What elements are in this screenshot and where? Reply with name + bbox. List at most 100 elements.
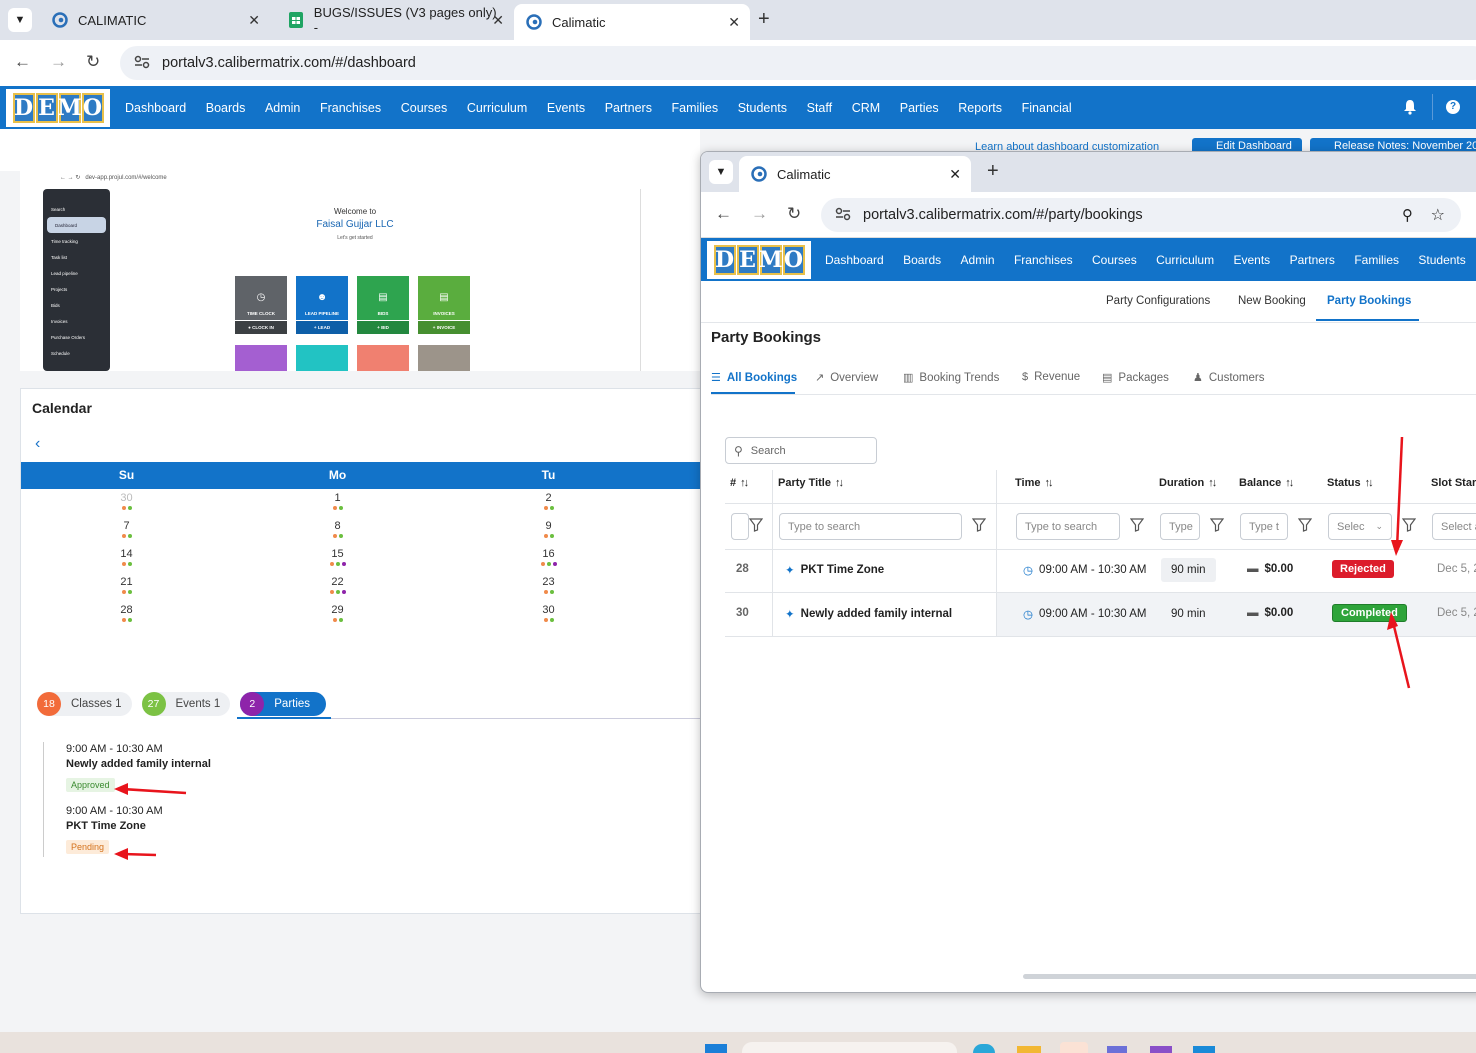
legend-classes[interactable]: 18 Classes 1	[37, 692, 132, 716]
subnav-party-configurations[interactable]: Party Configurations	[1106, 295, 1210, 307]
popup-tab-search-button[interactable]: ▼	[709, 160, 733, 184]
calendar-day-cell[interactable]: 2	[443, 491, 654, 519]
visual-studio-icon[interactable]	[1150, 1046, 1172, 1053]
menu-boards[interactable]: Boards	[903, 253, 941, 267]
zoom-icon[interactable]: ⚲	[1402, 206, 1413, 224]
customize-dashboard-link[interactable]: Learn about dashboard customization	[975, 141, 1185, 151]
filter-icon[interactable]	[749, 518, 763, 532]
menu-dashboard[interactable]: Dashboard	[825, 253, 884, 267]
windows-start-icon[interactable]	[705, 1044, 727, 1053]
back-arrow-icon[interactable]: ←	[14, 52, 31, 72]
calendar-day-cell[interactable]: 23	[443, 575, 654, 603]
browser-tab-bugs-issues[interactable]: BUGS/ISSUES (V3 pages only) - ✕	[276, 5, 514, 35]
forward-arrow-icon[interactable]: →	[50, 52, 67, 72]
filter-icon[interactable]	[1298, 518, 1312, 532]
row-party-title[interactable]: ✦ PKT Time Zone	[785, 563, 884, 577]
calendar-day-cell[interactable]: 8	[232, 519, 443, 547]
edit-dashboard-button[interactable]: Edit Dashboard	[1192, 138, 1302, 151]
calendar-day-cell[interactable]: 29	[232, 603, 443, 631]
menu-admin[interactable]: Admin	[961, 253, 995, 267]
subnav-new-booking[interactable]: New Booking	[1238, 295, 1306, 307]
menu-students[interactable]: Students	[738, 101, 787, 115]
column-header-party-title[interactable]: Party Title ↑↓	[778, 477, 844, 489]
chrome-icon[interactable]	[1060, 1042, 1088, 1053]
folder-icon[interactable]	[1017, 1046, 1041, 1053]
calendar-day-cell[interactable]: 9	[443, 519, 654, 547]
filter-icon[interactable]	[1210, 518, 1224, 532]
menu-courses[interactable]: Courses	[1092, 253, 1137, 267]
column-header-id[interactable]: # ↑↓	[730, 477, 749, 489]
menu-franchises[interactable]: Franchises	[320, 101, 381, 115]
filter-icon[interactable]	[972, 518, 986, 532]
subnav-party-bookings[interactable]: Party Bookings	[1327, 295, 1411, 307]
menu-events[interactable]: Events	[1234, 253, 1271, 267]
tab-booking-trends[interactable]: ▥ Booking Trends	[903, 371, 999, 385]
column-header-status[interactable]: Status ↑↓	[1327, 477, 1374, 489]
reload-icon[interactable]: ↻	[787, 204, 801, 224]
taskbar-search[interactable]	[742, 1042, 957, 1053]
time-filter-input[interactable]: Type to search	[1016, 513, 1120, 540]
calendar-day-cell[interactable]: 21	[21, 575, 232, 603]
menu-financial[interactable]: Financial	[1022, 101, 1072, 115]
browser-tab-calimatic-1[interactable]: CALIMATIC ✕	[40, 6, 270, 34]
calendar-day-cell[interactable]: 22	[232, 575, 443, 603]
column-header-duration[interactable]: Duration ↑↓	[1159, 477, 1217, 489]
id-filter-input[interactable]	[731, 513, 749, 540]
site-settings-icon[interactable]	[134, 55, 150, 72]
menu-partners[interactable]: Partners	[1290, 253, 1335, 267]
popup-address-bar[interactable]: portalv3.calibermatrix.com/#/party/booki…	[821, 198, 1461, 232]
browser-tab-calimatic-active[interactable]: Calimatic ✕	[514, 4, 750, 40]
title-filter-input[interactable]: Type to search	[779, 513, 962, 540]
vscode-icon[interactable]	[1193, 1046, 1215, 1053]
menu-families[interactable]: Families	[1354, 253, 1399, 267]
edge-icon[interactable]	[973, 1044, 995, 1053]
back-arrow-icon[interactable]: ←	[715, 204, 732, 224]
column-header-time[interactable]: Time ↑↓	[1015, 477, 1053, 489]
menu-partners[interactable]: Partners	[605, 101, 652, 115]
close-tab-icon[interactable]: ✕	[248, 12, 260, 29]
tab-overview[interactable]: ↗ Overview	[815, 371, 878, 385]
calendar-day-cell[interactable]: 15	[232, 547, 443, 575]
menu-families[interactable]: Families	[672, 101, 719, 115]
tab-packages[interactable]: ▤ Packages	[1102, 371, 1169, 385]
bell-icon[interactable]	[1403, 99, 1417, 118]
row-party-title[interactable]: ✦ Newly added family internal	[785, 607, 952, 621]
tab-customers[interactable]: ♟ Customers	[1193, 371, 1264, 385]
menu-students[interactable]: Students	[1418, 253, 1465, 267]
demo-logo[interactable]: D E M O	[707, 241, 811, 279]
calendar-day-cell[interactable]: 30	[443, 603, 654, 631]
menu-curriculum[interactable]: Curriculum	[467, 101, 527, 115]
calendar-day-cell[interactable]: 7	[21, 519, 232, 547]
search-input[interactable]: ⚲ Search	[725, 437, 877, 464]
demo-logo[interactable]: D E M O	[6, 89, 110, 127]
menu-reports[interactable]: Reports	[958, 101, 1002, 115]
slot-filter-select[interactable]: Select a	[1432, 513, 1476, 540]
close-tab-icon[interactable]: ✕	[949, 166, 961, 183]
new-tab-icon[interactable]: +	[758, 8, 770, 31]
status-filter-select[interactable]: Selec ⌄	[1328, 513, 1392, 540]
tab-all-bookings[interactable]: ☰ All Bookings	[711, 371, 797, 385]
bookmark-star-icon[interactable]: ☆	[1431, 205, 1445, 225]
menu-admin[interactable]: Admin	[265, 101, 300, 115]
legend-parties[interactable]: 2 Parties	[240, 692, 327, 716]
calendar-day-cell[interactable]: 30	[21, 491, 232, 519]
tab-search-button[interactable]: ▼	[8, 8, 32, 32]
new-tab-icon[interactable]: +	[987, 160, 999, 183]
duration-filter-input[interactable]: Type	[1160, 513, 1200, 540]
close-tab-icon[interactable]: ✕	[728, 14, 740, 31]
menu-curriculum[interactable]: Curriculum	[1156, 253, 1214, 267]
horizontal-scrollbar[interactable]	[1023, 974, 1476, 979]
reload-icon[interactable]: ↻	[86, 52, 100, 72]
menu-dashboard[interactable]: Dashboard	[125, 101, 186, 115]
calendar-day-cell[interactable]: 1	[232, 491, 443, 519]
menu-staff[interactable]: Staff	[807, 101, 832, 115]
release-notes-button[interactable]: Release Notes: November 20	[1310, 138, 1476, 151]
menu-parties[interactable]: Parties	[900, 101, 939, 115]
filter-icon[interactable]	[1402, 518, 1416, 532]
help-icon[interactable]: ?	[1446, 100, 1460, 114]
close-tab-icon[interactable]: ✕	[492, 12, 504, 29]
menu-crm[interactable]: CRM	[852, 101, 880, 115]
menu-courses[interactable]: Courses	[401, 101, 448, 115]
teams-icon[interactable]	[1107, 1046, 1127, 1053]
chevron-left-icon[interactable]: ‹	[35, 435, 40, 453]
